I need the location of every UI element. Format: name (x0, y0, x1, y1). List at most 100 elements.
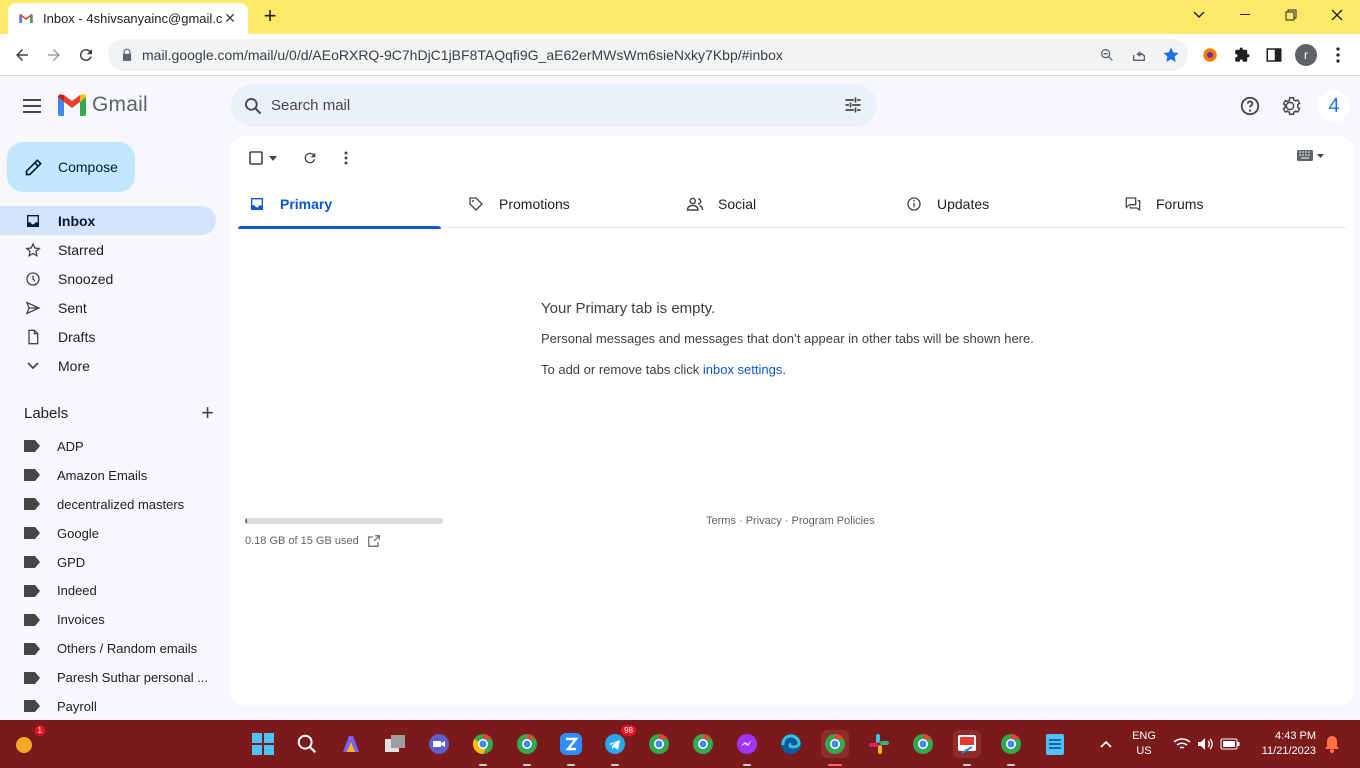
clock[interactable]: 4:43 PM 11/21/2023 (1250, 729, 1316, 759)
refresh-icon[interactable] (300, 148, 320, 168)
inbox-icon (248, 195, 266, 213)
profile-avatar[interactable]: r (1293, 42, 1319, 68)
tab-forums[interactable]: Forums (1114, 180, 1317, 228)
gmail-header: Gmail 4 (0, 76, 1360, 136)
draft-icon (24, 328, 42, 346)
search-options-icon[interactable] (843, 95, 863, 115)
label-tag-icon (24, 556, 40, 568)
clock-date: 11/21/2023 (1261, 745, 1316, 757)
messenger-icon[interactable] (733, 730, 761, 766)
zoom-icon[interactable] (1098, 46, 1116, 64)
copilot-icon[interactable] (337, 730, 365, 758)
browser-menu-icon[interactable] (1325, 42, 1351, 68)
taskbar-search-icon[interactable] (293, 730, 321, 758)
people-icon (686, 195, 704, 213)
sidebar-item-starred[interactable]: Starred (0, 235, 216, 264)
snipping-tool-icon[interactable] (953, 730, 981, 766)
back-icon[interactable] (9, 42, 35, 68)
select-checkbox-icon[interactable] (246, 148, 266, 168)
chrome-profile-icon[interactable] (513, 730, 541, 766)
tab-promotions[interactable]: Promotions (457, 180, 660, 228)
label-item[interactable]: Google (0, 519, 216, 548)
caret-down-icon (1317, 153, 1324, 158)
weather-widget-icon[interactable]: 1 (10, 725, 45, 758)
search-input[interactable] (271, 97, 877, 114)
chrome-profile-icon[interactable] (909, 730, 937, 758)
start-windows-icon[interactable] (249, 730, 277, 758)
search-icon[interactable] (243, 96, 263, 116)
show-hidden-icons-chevron-icon[interactable] (1092, 730, 1120, 758)
search-bar[interactable] (231, 84, 877, 127)
chrome-profile-icon[interactable] (645, 730, 673, 758)
browser-tab[interactable]: Inbox - 4shivsanyainc@gmail.com - Gmail … (8, 3, 248, 34)
chrome-active-icon[interactable] (821, 730, 849, 766)
tab-updates[interactable]: Updates (895, 180, 1098, 228)
label-tag-icon (24, 440, 40, 453)
tab-social[interactable]: Social (676, 180, 879, 228)
sidebar-item-sent[interactable]: Sent (0, 293, 216, 322)
notepad-icon[interactable] (1041, 730, 1069, 758)
chrome-icon[interactable] (469, 730, 497, 766)
chrome-profile-icon[interactable] (689, 730, 717, 758)
label-item[interactable]: Paresh Suthar personal ... (0, 663, 216, 692)
meet-now-icon[interactable] (425, 730, 453, 758)
sidebar-item-more[interactable]: More (0, 351, 216, 380)
restore-button[interactable] (1268, 0, 1314, 30)
help-icon[interactable] (1238, 94, 1262, 118)
sidebar-item-inbox[interactable]: Inbox (0, 206, 216, 235)
bookmark-star-icon[interactable] (1162, 46, 1180, 64)
more-options-icon[interactable] (336, 148, 356, 168)
open-external-icon[interactable] (367, 534, 381, 548)
notification-bell-icon[interactable] (1318, 730, 1346, 758)
active-tab-indicator (238, 226, 441, 229)
edge-icon[interactable] (777, 730, 805, 758)
input-tools-button[interactable] (1297, 150, 1324, 161)
select-dropdown-icon[interactable] (266, 148, 280, 168)
input-language[interactable]: ENG US (1128, 729, 1160, 759)
account-avatar[interactable]: 4 (1318, 90, 1350, 122)
minimize-button[interactable] (1222, 0, 1268, 30)
gmail-favicon-icon (18, 11, 34, 27)
mail-list-panel: Primary Promotions Social Updates Forums… (230, 136, 1354, 706)
extension-firefox-icon[interactable] (1197, 42, 1223, 68)
add-label-icon[interactable]: + (201, 402, 214, 424)
lock-icon (120, 48, 134, 62)
task-view-icon[interactable] (381, 730, 409, 758)
label-name: Invoices (57, 612, 105, 628)
label-item[interactable]: Others / Random emails (0, 634, 216, 663)
label-item[interactable]: Payroll (0, 692, 216, 721)
sidebar-item-drafts[interactable]: Drafts (0, 322, 216, 351)
share-icon[interactable] (1130, 46, 1148, 64)
label-item[interactable]: Amazon Emails (0, 461, 216, 490)
sidebar-item-snoozed[interactable]: Snoozed (0, 264, 216, 293)
label-item[interactable]: ADP (0, 432, 216, 461)
settings-gear-icon[interactable] (1278, 94, 1302, 118)
close-window-button[interactable] (1314, 0, 1360, 30)
extensions-puzzle-icon[interactable] (1229, 42, 1255, 68)
chrome-profile-icon[interactable] (997, 730, 1025, 766)
label-item[interactable]: decentralized masters (0, 490, 216, 519)
telegram-icon[interactable]: 98 (601, 725, 636, 766)
label-item[interactable]: Invoices (0, 605, 216, 634)
forward-icon[interactable] (41, 42, 67, 68)
label-name: GPD (57, 554, 86, 570)
footer-links[interactable]: Terms · Privacy · Program Policies (706, 515, 875, 527)
pencil-icon (24, 157, 44, 177)
reload-icon[interactable] (73, 42, 99, 68)
tab-search-icon[interactable] (1176, 0, 1222, 30)
label-name: ADP (57, 438, 84, 454)
main-menu-icon[interactable] (20, 94, 44, 118)
tab-primary[interactable]: Primary (238, 180, 441, 229)
address-bar[interactable]: mail.google.com/mail/u/0/d/AEoRXRQ-9C7hD… (108, 39, 1188, 71)
tab-close-icon[interactable]: ✕ (222, 10, 238, 27)
side-panel-icon[interactable] (1261, 42, 1287, 68)
battery-icon[interactable] (1216, 730, 1244, 758)
new-tab-button[interactable]: + (258, 5, 282, 29)
inbox-settings-link[interactable]: inbox settings (703, 362, 783, 377)
gmail-logo[interactable]: Gmail (58, 93, 148, 117)
label-item[interactable]: Indeed (0, 576, 216, 605)
label-item[interactable]: GPD (0, 548, 216, 577)
zoom-app-icon[interactable] (557, 730, 585, 766)
slack-icon[interactable] (865, 730, 893, 758)
compose-button[interactable]: Compose (7, 142, 135, 192)
